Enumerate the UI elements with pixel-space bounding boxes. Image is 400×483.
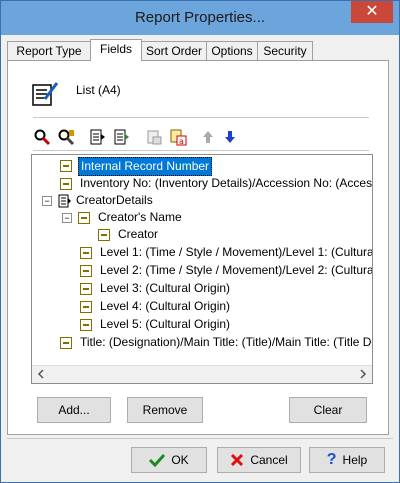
title-bar: Report Properties... ✕ (1, 1, 399, 35)
tree-row-label: Level 5: (Cultural Origin) (100, 317, 231, 331)
tree-row-label: Title: (Designation)/Main Title: (Title)… (80, 335, 373, 349)
tree-row-label: Creator (118, 227, 159, 241)
tree-row-label: Internal Record Number (78, 157, 213, 176)
tree-row-label: Level 1: (Time / Style / Movement)/Level… (100, 245, 373, 259)
help-button-label: Help (342, 453, 368, 467)
tree-row-label: Level 2: (Time / Style / Movement)/Level… (100, 263, 373, 277)
paste-icon[interactable]: a (167, 126, 189, 148)
tab-security[interactable]: Security (257, 41, 313, 60)
checkmark-icon (149, 453, 166, 467)
scroll-right-icon[interactable] (358, 368, 368, 383)
window-title: Report Properties... (134, 9, 266, 26)
field-icon (80, 283, 92, 295)
find-next-icon[interactable] (55, 126, 77, 148)
help-question-icon: ? (326, 451, 337, 468)
tree-row-label: CreatorDetails (76, 193, 153, 207)
field-icon (60, 178, 72, 190)
cancel-button-label: Cancel (250, 453, 288, 467)
field-icon (80, 319, 92, 331)
field-icon (80, 247, 92, 259)
tree-row-label: Inventory No: (Inventory Details)/Access… (80, 176, 373, 190)
tree-row-label: Creator's Name (98, 210, 182, 224)
collapse-toggle[interactable]: − (42, 196, 52, 206)
tab-sort-order[interactable]: Sort Order (141, 41, 207, 60)
divider (33, 117, 369, 118)
field-icon (98, 229, 110, 241)
field-icon (60, 337, 72, 349)
cancel-x-icon (231, 453, 244, 467)
move-up-icon[interactable] (197, 126, 219, 148)
find-icon[interactable] (31, 126, 53, 148)
field-icon (78, 212, 90, 224)
fields-tree[interactable]: Internal Record Number Inventory No: (In… (31, 154, 373, 384)
scroll-left-icon[interactable] (36, 368, 46, 383)
divider (33, 150, 369, 151)
horizontal-scrollbar[interactable] (32, 365, 372, 383)
help-button[interactable]: ? Help (309, 447, 385, 473)
report-properties-dialog: Report Properties... ✕ Report Type Field… (0, 0, 400, 483)
remove-button[interactable]: Remove (127, 397, 203, 423)
svg-text:a: a (179, 137, 184, 146)
close-button[interactable]: ✕ (351, 1, 393, 23)
add-button[interactable]: Add... (37, 397, 111, 423)
tab-report-type[interactable]: Report Type (7, 41, 91, 60)
field-list-icon[interactable] (87, 126, 109, 148)
tab-options[interactable]: Options (206, 41, 258, 60)
tree-row-label: Level 4: (Cultural Origin) (100, 299, 231, 313)
cut-icon[interactable] (143, 126, 165, 148)
add-list-icon[interactable] (111, 126, 133, 148)
divider (7, 438, 393, 439)
group-list-icon (58, 194, 72, 213)
ok-button-label: OK (171, 453, 189, 467)
field-icon (80, 301, 92, 313)
tree-row-label: Level 3: (Cultural Origin) (100, 281, 231, 295)
ok-button[interactable]: OK (131, 447, 207, 473)
field-icon (80, 265, 92, 277)
report-format-label: List (A4) (76, 83, 121, 97)
field-icon (60, 160, 72, 172)
document-pen-icon (32, 82, 59, 106)
move-down-icon[interactable] (219, 126, 241, 148)
clear-button[interactable]: Clear (289, 397, 367, 423)
tab-fields[interactable]: Fields (90, 39, 142, 61)
collapse-toggle[interactable]: − (62, 213, 72, 223)
cancel-button[interactable]: Cancel (217, 447, 301, 473)
